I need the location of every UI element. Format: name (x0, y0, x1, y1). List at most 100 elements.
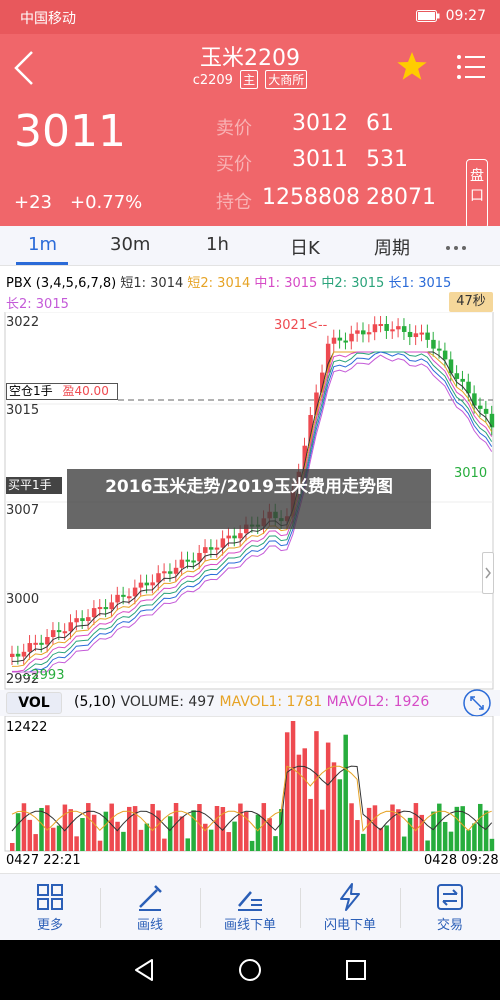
more-tabs-icon[interactable] (446, 246, 466, 250)
candle-body (162, 571, 167, 574)
expand-icon[interactable] (462, 688, 492, 718)
ask-price: 3012 (292, 111, 348, 136)
nav-home-icon[interactable] (237, 957, 263, 983)
volume-bar (413, 803, 419, 851)
volume-bar (62, 804, 68, 851)
battery-icon (415, 10, 440, 22)
order-book-button[interactable]: 盘口 (466, 159, 488, 229)
draw-line-label: 画线 (136, 918, 163, 933)
tab-1h[interactable]: 1h (206, 234, 229, 255)
volume-indicator-button[interactable]: VOL (6, 692, 62, 714)
position-box[interactable]: 空仓1手 盈40.00 (6, 383, 118, 400)
candle-body (27, 643, 33, 652)
tab-1m[interactable]: 1m (28, 234, 57, 255)
bid-label: 买价 (216, 154, 252, 175)
volume-max-label: 12422 (6, 720, 48, 735)
draw-line-order-label: 画线下单 (223, 918, 276, 933)
candle-body (442, 350, 448, 360)
candle-body (132, 587, 138, 597)
side-scroll-handle[interactable] (482, 552, 494, 594)
volume-bar (115, 821, 120, 851)
volume-bar (378, 827, 384, 851)
candle-body (214, 547, 220, 550)
volume-bar (208, 829, 214, 851)
volume-bar (150, 803, 155, 851)
nav-recents-icon[interactable] (343, 957, 369, 983)
volume-bar (343, 734, 348, 851)
toolbar-divider (200, 888, 201, 928)
volume-bar (372, 805, 378, 851)
tab-30m[interactable]: 30m (110, 234, 150, 255)
candle-body (91, 608, 97, 618)
high-marker: 3021<-- (274, 318, 328, 333)
more-button[interactable]: 更多 (5, 876, 95, 938)
tab-daily[interactable]: 日K (290, 234, 320, 260)
legend-long2: 长2: 3015 (6, 297, 69, 312)
volume-bar (279, 809, 284, 851)
carrier-label: 中国移动 (20, 11, 76, 27)
candle-body (185, 559, 190, 562)
volume-bar (296, 754, 302, 851)
candle-body (33, 642, 38, 645)
volume-bar (127, 806, 132, 851)
volume-bar (320, 809, 325, 851)
price-change: +23 (14, 192, 52, 213)
volume-bar (144, 823, 150, 851)
volume-bar (167, 816, 173, 851)
candle-body (419, 332, 424, 335)
bid-qty: 531 (366, 147, 408, 172)
volume-bar (366, 807, 372, 851)
candle-body (127, 596, 132, 599)
volume-bar (10, 843, 15, 851)
volume-bar (442, 821, 448, 851)
exchange-tag: 大商所 (265, 70, 308, 89)
contract-code: c2209 (192, 73, 233, 88)
close-position-tag[interactable]: 买平1手 (6, 477, 62, 494)
legend-short2: 短2: 3014 (187, 276, 251, 291)
more-label: 更多 (36, 918, 63, 933)
volume-chart[interactable] (0, 716, 500, 852)
volume-bar (478, 803, 483, 851)
candle-body (150, 582, 155, 586)
volume-bar (483, 810, 489, 851)
volume-bar (80, 818, 85, 851)
candle-body (103, 607, 109, 610)
period-tabs: 1m 30m 1h 日K 周期 (0, 226, 500, 266)
chevron-right-icon (485, 567, 491, 579)
volume-bar (431, 811, 436, 851)
volume-bar (472, 823, 477, 851)
volume-value: VOLUME: 497 (120, 694, 216, 710)
favorite-star-icon[interactable] (396, 50, 428, 82)
tab-period[interactable]: 周期 (374, 234, 410, 260)
candle-body (331, 337, 337, 344)
toolbar-divider (100, 888, 101, 928)
draw-line-order-button[interactable]: 画线下单 (205, 876, 295, 938)
draw-line-button[interactable]: 画线 (105, 876, 195, 938)
indicator-legend: PBX (3,4,5,6,7,8) 短1: 3014 短2: 3014 中1: … (6, 272, 451, 291)
volume-bar (232, 821, 237, 851)
nav-back-icon[interactable] (132, 957, 158, 983)
volume-bar (361, 833, 366, 851)
volume-bar (384, 825, 389, 851)
candle-body (197, 552, 202, 562)
toolbar-divider (400, 888, 401, 928)
candle-body (220, 538, 226, 548)
candle-body (62, 631, 68, 634)
volume-bar (355, 820, 360, 851)
candle-body (425, 332, 430, 340)
volume-bar (74, 836, 79, 851)
candle-body (226, 535, 231, 539)
legend-long1: 长1: 3015 (388, 276, 452, 291)
flash-order-button[interactable]: 闪电下单 (305, 876, 395, 938)
menu-icon[interactable] (456, 54, 486, 80)
volume-bar (86, 803, 91, 851)
clock-label: 09:27 (445, 8, 486, 24)
candle-body (21, 651, 27, 657)
low-marker: --2993 (22, 668, 65, 683)
pen-icon (139, 885, 162, 911)
volume-bar (273, 836, 278, 851)
candle-body (366, 332, 372, 335)
volume-bar (308, 798, 313, 851)
candle-body (390, 329, 395, 332)
trade-button[interactable]: 交易 (405, 876, 495, 938)
